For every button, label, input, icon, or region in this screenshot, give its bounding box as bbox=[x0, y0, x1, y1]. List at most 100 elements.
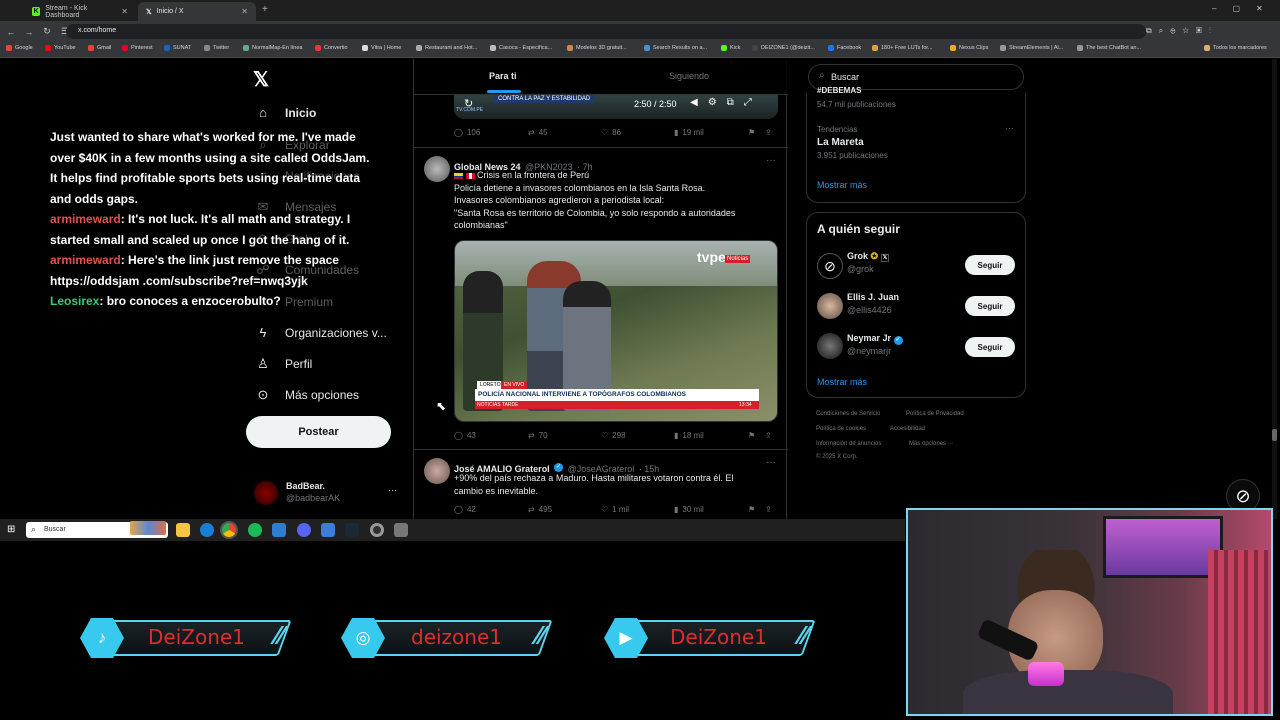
avatar[interactable] bbox=[817, 333, 843, 359]
edge-icon[interactable] bbox=[200, 523, 214, 537]
footer-link-more[interactable]: Más opciones ··· bbox=[909, 441, 954, 447]
repost-metric[interactable]: ⇄ 45 bbox=[528, 128, 548, 137]
footer-link-ads[interactable]: Información de anuncios bbox=[816, 441, 881, 447]
avatar[interactable] bbox=[424, 458, 450, 484]
bookmark-item[interactable]: Search Results on a... bbox=[644, 45, 707, 51]
views-metric[interactable]: ▮ 19 mil bbox=[674, 128, 704, 137]
like-metric[interactable]: ♡ 86 bbox=[601, 128, 621, 137]
more-icon[interactable]: ··· bbox=[1005, 123, 1014, 133]
replay-icon[interactable]: ↻ bbox=[464, 97, 473, 110]
more-icon[interactable]: ··· bbox=[766, 457, 776, 468]
follow-name[interactable]: Neymar Jr ✓ bbox=[847, 333, 903, 345]
avatar[interactable] bbox=[424, 156, 450, 182]
close-tab-icon[interactable]: ✕ bbox=[241, 7, 248, 16]
new-tab-icon[interactable]: + bbox=[262, 4, 268, 15]
bookmark-item[interactable]: 180+ Free LUTs for... bbox=[872, 45, 933, 51]
video-player[interactable]: CONTRA LA PAZ Y ESTABILIDAD TV.COM.PE ↻ … bbox=[454, 93, 778, 119]
avatar[interactable] bbox=[817, 293, 843, 319]
nav-perfil[interactable]: ♙ Perfil bbox=[255, 356, 312, 372]
app-icon[interactable] bbox=[272, 523, 286, 537]
show-more-link[interactable]: Mostrar más bbox=[817, 377, 867, 387]
bookmark-item[interactable]: Casoca - Especifica... bbox=[490, 45, 552, 51]
bookmark-item[interactable]: Vitra | Home bbox=[362, 45, 401, 51]
bookmark-item[interactable]: Gmail bbox=[88, 45, 111, 51]
post-button[interactable]: Postear bbox=[246, 416, 391, 448]
chat-username: armimeward bbox=[50, 212, 121, 226]
footer-link-accessibility[interactable]: Accesibilidad bbox=[890, 426, 925, 432]
bookmark-item[interactable]: Google bbox=[6, 45, 33, 51]
follow-button[interactable]: Seguir bbox=[965, 255, 1015, 275]
views-metric[interactable]: ▮ 18 mil bbox=[674, 431, 704, 440]
file-explorer-icon[interactable] bbox=[176, 523, 190, 537]
steam-icon[interactable] bbox=[345, 523, 359, 537]
more-icon[interactable]: ··· bbox=[766, 155, 776, 166]
app-icon[interactable] bbox=[394, 523, 408, 537]
window-controls[interactable]: –▢✕ bbox=[1212, 4, 1279, 13]
app-icon[interactable] bbox=[321, 523, 335, 537]
taskbar-search[interactable]: ⌕ Buscar bbox=[26, 521, 168, 538]
bookmark-item[interactable]: Twitter bbox=[204, 45, 229, 51]
repost-metric[interactable]: ⇄ 70 bbox=[528, 431, 548, 440]
account-switcher[interactable]: BadBear. @badbearAK ··· bbox=[254, 479, 404, 511]
views-metric[interactable]: ▮ 30 mil bbox=[674, 505, 704, 514]
bookmark-item[interactable]: Convertio bbox=[315, 45, 348, 51]
reply-metric[interactable]: ◯ 42 bbox=[454, 505, 476, 514]
like-metric[interactable]: ♡ 298 bbox=[601, 431, 626, 440]
video-controls[interactable]: ◀⚙⧉⤢ bbox=[690, 97, 762, 108]
follow-button[interactable]: Seguir bbox=[965, 337, 1015, 357]
follow-button[interactable]: Seguir bbox=[965, 296, 1015, 316]
bookmark-item[interactable]: NormalMap-En línea bbox=[243, 45, 302, 51]
bookmark-share-actions[interactable]: ⚑⇪ bbox=[748, 431, 782, 440]
forward-icon[interactable]: → bbox=[22, 27, 36, 37]
discord-icon[interactable] bbox=[297, 523, 311, 537]
chrome-icon[interactable] bbox=[222, 523, 236, 537]
x-logo-icon[interactable]: 𝕏 bbox=[253, 67, 269, 92]
bookmark-item[interactable]: Modelos 3D gratuit... bbox=[567, 45, 627, 51]
nav-organizaciones[interactable]: ϟ Organizaciones v... bbox=[255, 325, 387, 340]
footer-link-terms[interactable]: Condiciones de Servicio bbox=[816, 411, 880, 417]
reload-icon[interactable]: ↻ bbox=[40, 26, 54, 37]
bookmark-item[interactable]: Facebook bbox=[828, 45, 861, 51]
follow-name[interactable]: Ellis J. Juan bbox=[847, 292, 899, 302]
trend-title[interactable]: #DEBEMAS bbox=[817, 86, 861, 95]
follow-name[interactable]: Grok ✪ 𝕏 bbox=[847, 251, 890, 262]
scrollbar[interactable] bbox=[1272, 59, 1277, 519]
bookmark-share-actions[interactable]: ⚑⇪ bbox=[748, 128, 782, 137]
back-icon[interactable]: ← bbox=[4, 27, 18, 37]
tab-x-inicio[interactable]: 𝕏 Inicio / X ✕ bbox=[138, 2, 256, 21]
footer-link-privacy[interactable]: Política de Privacidad bbox=[906, 411, 964, 417]
bookmark-item[interactable]: Kick bbox=[721, 45, 740, 51]
bookmark-item[interactable]: The best ChatBot an... bbox=[1077, 45, 1141, 51]
spotify-icon[interactable] bbox=[248, 523, 262, 537]
tweet-video[interactable]: tvpe Noticias LORETO EN VIVO POLICÍA NAC… bbox=[454, 240, 778, 422]
all-bookmarks[interactable]: Todos los marcadores bbox=[1204, 45, 1267, 51]
address-bar[interactable]: x.com/home bbox=[66, 24, 1146, 39]
tab-kick-dashboard[interactable]: K Stream - Kick Dashboard ✕ bbox=[24, 2, 136, 21]
bookmark-share-actions[interactable]: ⚑⇪ bbox=[748, 505, 782, 514]
repost-metric[interactable]: ⇄ 495 bbox=[528, 505, 552, 514]
bookmark-item[interactable]: YouTube bbox=[45, 45, 76, 51]
nav-inicio[interactable]: ⌂ Inicio bbox=[255, 105, 316, 120]
reply-metric[interactable]: ◯ 43 bbox=[454, 431, 476, 440]
close-tab-icon[interactable]: ✕ bbox=[121, 7, 128, 16]
bookmark-item[interactable]: SUNAT bbox=[164, 45, 191, 51]
bookmark-item[interactable]: Restaurant and Hot... bbox=[416, 45, 477, 51]
toolbar-actions[interactable]: ⧉⌕⊕☆▣⋮ bbox=[1146, 26, 1218, 36]
bookmark-item[interactable]: StreamElements | Al... bbox=[1000, 45, 1063, 51]
bookmark-item[interactable]: Nexus Clips bbox=[950, 45, 988, 51]
grok-icon[interactable]: ⊘ bbox=[817, 253, 843, 279]
footer-link-cookies[interactable]: Política de cookies bbox=[816, 426, 866, 432]
tab-para-ti[interactable]: Para ti bbox=[489, 71, 517, 81]
scrollbar-thumb[interactable] bbox=[1272, 429, 1277, 441]
like-metric[interactable]: ♡ 1 mil bbox=[601, 505, 629, 514]
windows-start-icon[interactable]: ⊞ bbox=[7, 524, 15, 535]
bookmark-item[interactable]: DEIZONE1 (@deizit... bbox=[752, 45, 815, 51]
reply-metric[interactable]: ◯ 106 bbox=[454, 128, 480, 137]
nav-mas-opciones[interactable]: ⊙ Más opciones bbox=[255, 387, 360, 403]
obs-icon[interactable] bbox=[370, 523, 384, 537]
show-more-link[interactable]: Mostrar más bbox=[817, 180, 867, 190]
right-sidebar: ⌕ Buscar #DEBEMAS 54,7 mil publicaciones… bbox=[806, 59, 1026, 519]
bookmark-item[interactable]: Pinterest bbox=[122, 45, 153, 51]
trend-title[interactable]: La Mareta bbox=[817, 137, 864, 148]
tab-siguiendo[interactable]: Siguiendo bbox=[669, 71, 709, 81]
